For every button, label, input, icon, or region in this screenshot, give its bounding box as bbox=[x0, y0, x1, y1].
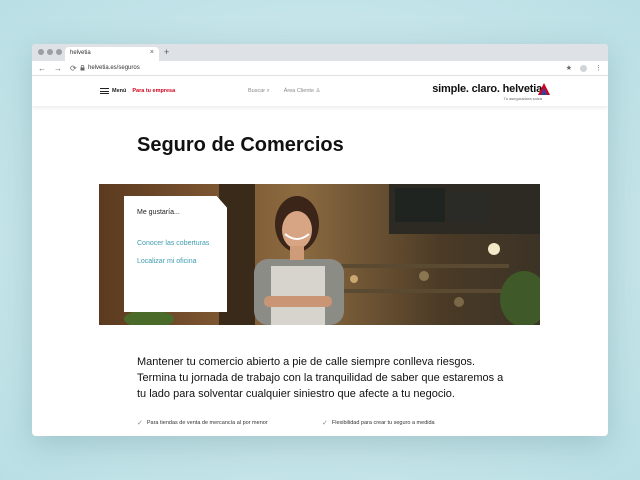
browser-menu-icon[interactable]: ⋮ bbox=[595, 64, 602, 72]
hero-card: Me gustaría... Conocer las coberturas Lo… bbox=[124, 196, 227, 312]
tab-close-icon[interactable]: × bbox=[150, 49, 154, 56]
lock-icon bbox=[80, 65, 85, 71]
back-icon[interactable]: ← bbox=[38, 64, 46, 73]
check-icon: ✓ bbox=[322, 420, 328, 427]
browser-toolbar: ← → ⟳ helvetia.es/seguros ★ ⋮ bbox=[32, 61, 608, 76]
feature-list: ✓ Para tiendas de venta de mercancía al … bbox=[137, 419, 507, 427]
bookmark-star-icon[interactable]: ★ bbox=[566, 64, 572, 72]
menu-label: Menú bbox=[112, 88, 127, 94]
reload-icon[interactable]: ⟳ bbox=[70, 64, 77, 73]
feature-item: ✓ Para tiendas de venta de mercancía al … bbox=[137, 419, 322, 427]
close-window-dot[interactable] bbox=[38, 49, 44, 55]
search-label: Buscar bbox=[248, 88, 266, 94]
intro-line: Termina tu jornada de trabajo con la tra… bbox=[137, 372, 504, 384]
user-icon: ♙ bbox=[315, 88, 321, 94]
intro-text: Mantener tu comercio abierto a pie de ca… bbox=[137, 354, 517, 402]
office-locator-link[interactable]: Localizar mi oficina bbox=[137, 258, 197, 265]
address-bar[interactable]: helvetia.es/seguros bbox=[80, 65, 140, 71]
hero-card-heading: Me gustaría... bbox=[137, 209, 180, 216]
browser-window: helvetia × + ← → ⟳ helvetia.es/seguros ★… bbox=[32, 44, 608, 436]
forward-icon[interactable]: → bbox=[54, 64, 62, 73]
feature-text: Para tiendas de venta de mercancía al po… bbox=[146, 420, 268, 426]
tab-bar: helvetia × + bbox=[32, 44, 608, 61]
coverage-link[interactable]: Conocer las coberturas bbox=[137, 240, 209, 247]
check-icon: ✓ bbox=[137, 420, 143, 427]
site-header: Menú Para tu empresa Buscar ⌕ Área Clien… bbox=[32, 76, 608, 106]
feature-text: Flexibilidad para crear tu seguro a medi… bbox=[331, 420, 435, 426]
brand-tagline: Tu aseguradora suiza bbox=[503, 96, 542, 101]
helvetia-logo-icon[interactable] bbox=[538, 83, 550, 95]
new-tab-icon[interactable]: + bbox=[164, 47, 169, 57]
browser-tab[interactable]: helvetia × bbox=[65, 47, 159, 61]
window-controls bbox=[38, 49, 62, 55]
page-title: Seguro de Comercios bbox=[137, 134, 344, 156]
tab-title: helvetia bbox=[70, 50, 91, 56]
url-text: helvetia.es/seguros bbox=[88, 65, 140, 71]
client-area-link[interactable]: Área Cliente ♙ bbox=[284, 88, 321, 95]
intro-line: Mantener tu comercio abierto a pie de ca… bbox=[137, 356, 476, 368]
brand-block[interactable]: simple. claro. helvetia Tu aseguradora s… bbox=[432, 83, 542, 101]
business-link[interactable]: Para tu empresa bbox=[132, 88, 175, 94]
minimize-window-dot[interactable] bbox=[47, 49, 53, 55]
hamburger-icon bbox=[100, 88, 109, 94]
intro-line: tu lado para solventar cualquier siniest… bbox=[137, 388, 455, 400]
maximize-window-dot[interactable] bbox=[56, 49, 62, 55]
hero-banner: Me gustaría... Conocer las coberturas Lo… bbox=[99, 184, 540, 325]
client-area-label: Área Cliente bbox=[283, 88, 315, 94]
search-link[interactable]: Buscar ⌕ bbox=[248, 88, 270, 95]
profile-avatar[interactable] bbox=[580, 64, 587, 72]
menu-button[interactable]: Menú Para tu empresa bbox=[100, 88, 175, 94]
search-icon: ⌕ bbox=[266, 88, 270, 94]
feature-item: ✓ Flexibilidad para crear tu seguro a me… bbox=[322, 419, 507, 427]
brand-slogan: simple. claro. helvetia bbox=[432, 83, 542, 95]
